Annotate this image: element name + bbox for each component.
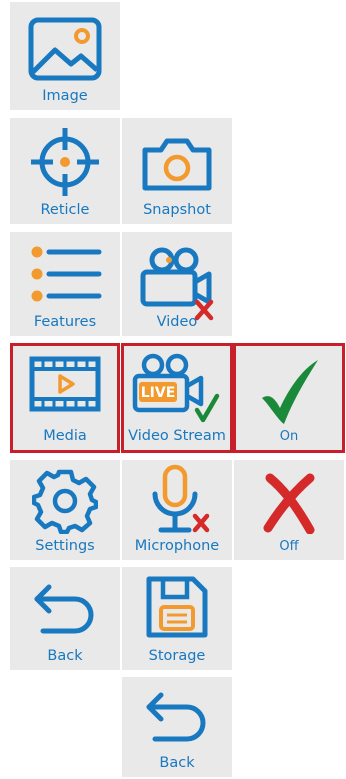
menu-tile-back[interactable]: Back — [10, 567, 120, 670]
menu-tile-reticle[interactable]: Reticle — [10, 118, 120, 224]
menu-tile-on[interactable]: On — [233, 343, 345, 453]
menu-tile-label: On — [279, 429, 299, 444]
menu-tile-label: Microphone — [134, 538, 220, 554]
menu-tile-back-2[interactable]: Back — [122, 677, 232, 777]
menu-tile-snapshot[interactable]: Snapshot — [122, 118, 232, 224]
menu-tile-label: Off — [279, 539, 299, 554]
cross-icon — [234, 472, 344, 534]
menu-tile-label: Settings — [35, 538, 95, 554]
media-film-icon — [13, 356, 117, 412]
menu-tile-storage[interactable]: Storage — [122, 567, 232, 670]
menu-tile-microphone[interactable]: Microphone — [122, 460, 232, 560]
menu-tile-video[interactable]: Video — [122, 232, 232, 336]
back-arrow-icon — [122, 689, 232, 747]
save-disk-icon — [122, 573, 232, 641]
microphone-off-icon — [122, 464, 232, 536]
svg-text:LIVE: LIVE — [141, 385, 176, 401]
menu-tile-label: Reticle — [40, 202, 90, 218]
menu-tile-label: Snapshot — [143, 202, 211, 218]
back-arrow-icon — [10, 581, 120, 639]
menu-tile-label: Back — [47, 648, 83, 664]
menu-tile-label: Storage — [148, 648, 206, 664]
gear-icon — [10, 468, 120, 534]
menu-tile-label: Media — [43, 428, 87, 444]
menu-tile-label: Video — [156, 314, 198, 330]
video-camera-off-icon — [122, 244, 232, 322]
menu-tile-label: Image — [42, 88, 88, 104]
menu-tile-features[interactable]: Features — [10, 232, 120, 336]
menu-tile-video-stream[interactable]: LIVE Video Stream — [121, 343, 233, 453]
reticle-icon — [10, 126, 120, 198]
menu-tile-settings[interactable]: Settings — [10, 460, 120, 560]
list-icon — [10, 244, 120, 304]
checkmark-icon — [236, 356, 342, 428]
menu-tile-off[interactable]: Off — [234, 460, 344, 560]
image-icon — [10, 16, 120, 82]
camera-icon — [122, 136, 232, 194]
live-stream-on-icon: LIVE — [124, 350, 230, 430]
menu-tile-label: Video Stream — [128, 428, 226, 444]
menu-tile-media[interactable]: Media — [10, 343, 120, 453]
menu-tile-label: Back — [159, 755, 195, 771]
menu-tile-image[interactable]: Image — [10, 2, 120, 110]
menu-tile-label: Features — [33, 314, 97, 330]
